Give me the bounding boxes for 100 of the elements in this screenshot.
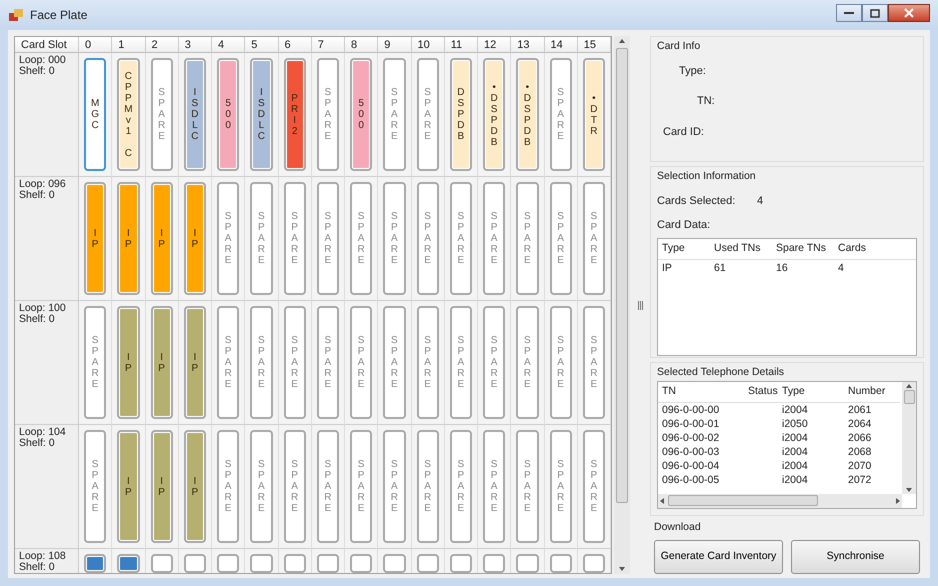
spare-card[interactable]: SPARE	[582, 306, 605, 419]
line-card[interactable]: IP	[117, 182, 140, 295]
spare-card[interactable]: SPARE	[416, 430, 439, 543]
vertical-scrollbar[interactable]	[614, 36, 630, 574]
horizontal-scrollbar[interactable]	[658, 494, 902, 508]
empty-slot[interactable]	[316, 554, 339, 573]
line-card[interactable]: •DTR	[582, 58, 605, 171]
empty-slot[interactable]	[582, 554, 605, 573]
spare-card[interactable]: SPARE	[383, 58, 406, 171]
spare-card[interactable]: SPARE	[416, 182, 439, 295]
line-card[interactable]: IP	[150, 430, 173, 543]
spare-card[interactable]: SPARE	[217, 182, 240, 295]
spare-card[interactable]: SPARE	[250, 182, 272, 295]
empty-slot[interactable]	[150, 554, 173, 573]
line-card[interactable]: IP	[84, 182, 106, 295]
spare-card[interactable]: SPARE	[550, 430, 572, 543]
spare-card[interactable]: SPARE	[316, 430, 339, 543]
column-header[interactable]: TN	[662, 384, 748, 400]
spare-card[interactable]: SPARE	[483, 306, 506, 419]
column-header[interactable]: Spare TNs	[776, 240, 838, 256]
scroll-thumb[interactable]	[668, 495, 818, 506]
empty-slot[interactable]	[117, 554, 140, 573]
empty-slot[interactable]	[550, 554, 572, 573]
column-header[interactable]: Number	[848, 384, 896, 400]
line-card[interactable]: •DSPDB	[516, 58, 538, 171]
spare-card[interactable]: SPARE	[582, 182, 605, 295]
empty-slot[interactable]	[284, 554, 306, 573]
line-card[interactable]: •DSPDB	[483, 58, 506, 171]
splitter-grip-icon[interactable]	[638, 300, 642, 310]
spare-card[interactable]: SPARE	[550, 182, 572, 295]
empty-slot[interactable]	[383, 554, 406, 573]
spare-card[interactable]: SPARE	[450, 182, 472, 295]
spare-card[interactable]: SPARE	[550, 58, 572, 171]
spare-card[interactable]: SPARE	[516, 182, 538, 295]
spare-card[interactable]: SPARE	[84, 430, 106, 543]
line-card[interactable]: CPPMv1 C	[117, 58, 140, 171]
column-header[interactable]: Used TNs	[714, 240, 776, 256]
spare-card[interactable]: SPARE	[316, 58, 339, 171]
spare-card[interactable]: SPARE	[284, 182, 306, 295]
spare-card[interactable]: SPARE	[383, 306, 406, 419]
line-card[interactable]: IP	[117, 306, 140, 419]
maximize-button[interactable]	[862, 4, 888, 22]
spare-card[interactable]: SPARE	[516, 430, 538, 543]
spare-card[interactable]: SPARE	[284, 306, 306, 419]
spare-card[interactable]: SPARE	[516, 306, 538, 419]
spare-card[interactable]: SPARE	[383, 430, 406, 543]
spare-card[interactable]: SPARE	[350, 430, 372, 543]
empty-slot[interactable]	[450, 554, 472, 573]
line-card[interactable]: MGC	[84, 58, 106, 171]
empty-slot[interactable]	[84, 554, 106, 573]
spare-card[interactable]: SPARE	[250, 430, 272, 543]
column-header[interactable]: Type	[662, 240, 714, 256]
spare-card[interactable]: SPARE	[550, 306, 572, 419]
minimize-button[interactable]	[836, 4, 862, 22]
spare-card[interactable]: SPARE	[316, 306, 339, 419]
column-header[interactable]: Type	[782, 384, 848, 400]
empty-slot[interactable]	[516, 554, 538, 573]
column-header[interactable]: Status	[748, 384, 782, 400]
empty-slot[interactable]	[250, 554, 272, 573]
line-card[interactable]: IP	[117, 430, 140, 543]
spare-card[interactable]: SPARE	[483, 182, 506, 295]
line-card[interactable]: ISDLC	[250, 58, 272, 171]
spare-card[interactable]: SPARE	[250, 306, 272, 419]
line-card[interactable]: IP	[150, 182, 173, 295]
spare-card[interactable]: SPARE	[483, 430, 506, 543]
spare-card[interactable]: SPARE	[416, 58, 439, 171]
spare-card[interactable]: SPARE	[316, 182, 339, 295]
scroll-thumb[interactable]	[904, 390, 914, 404]
generate-inventory-button[interactable]: Generate Card Inventory	[654, 540, 783, 574]
line-card[interactable]: IP	[184, 306, 206, 419]
spare-card[interactable]: SPARE	[350, 306, 372, 419]
line-card[interactable]: PRI2	[284, 58, 306, 171]
line-card[interactable]: IP	[184, 430, 206, 543]
line-card[interactable]: 500	[350, 58, 372, 171]
spare-card[interactable]: SPARE	[450, 306, 472, 419]
spare-card[interactable]: SPARE	[450, 430, 472, 543]
scroll-thumb[interactable]	[616, 48, 628, 503]
empty-slot[interactable]	[483, 554, 506, 573]
spare-card[interactable]: SPARE	[416, 306, 439, 419]
scroll-down-icon[interactable]	[905, 486, 913, 494]
empty-slot[interactable]	[217, 554, 240, 573]
spare-card[interactable]: SPARE	[383, 182, 406, 295]
spare-card[interactable]: SPARE	[350, 182, 372, 295]
spare-card[interactable]: SPARE	[284, 430, 306, 543]
empty-slot[interactable]	[184, 554, 206, 573]
line-card[interactable]: ISDLC	[184, 58, 206, 171]
empty-slot[interactable]	[416, 554, 439, 573]
spare-card[interactable]: SPARE	[84, 306, 106, 419]
spare-card[interactable]: SPARE	[582, 430, 605, 543]
spare-card[interactable]: SPARE	[150, 58, 173, 171]
spare-card[interactable]: SPARE	[217, 430, 240, 543]
line-card[interactable]: IP	[184, 182, 206, 295]
column-header[interactable]: Cards	[838, 240, 912, 256]
empty-slot[interactable]	[350, 554, 372, 573]
spare-card[interactable]: SPARE	[217, 306, 240, 419]
line-card[interactable]: DSPDB	[450, 58, 472, 171]
vertical-scrollbar[interactable]	[902, 382, 916, 494]
line-card[interactable]: IP	[150, 306, 173, 419]
scroll-up-icon[interactable]	[905, 382, 913, 390]
synchronise-button[interactable]: Synchronise	[791, 540, 920, 574]
